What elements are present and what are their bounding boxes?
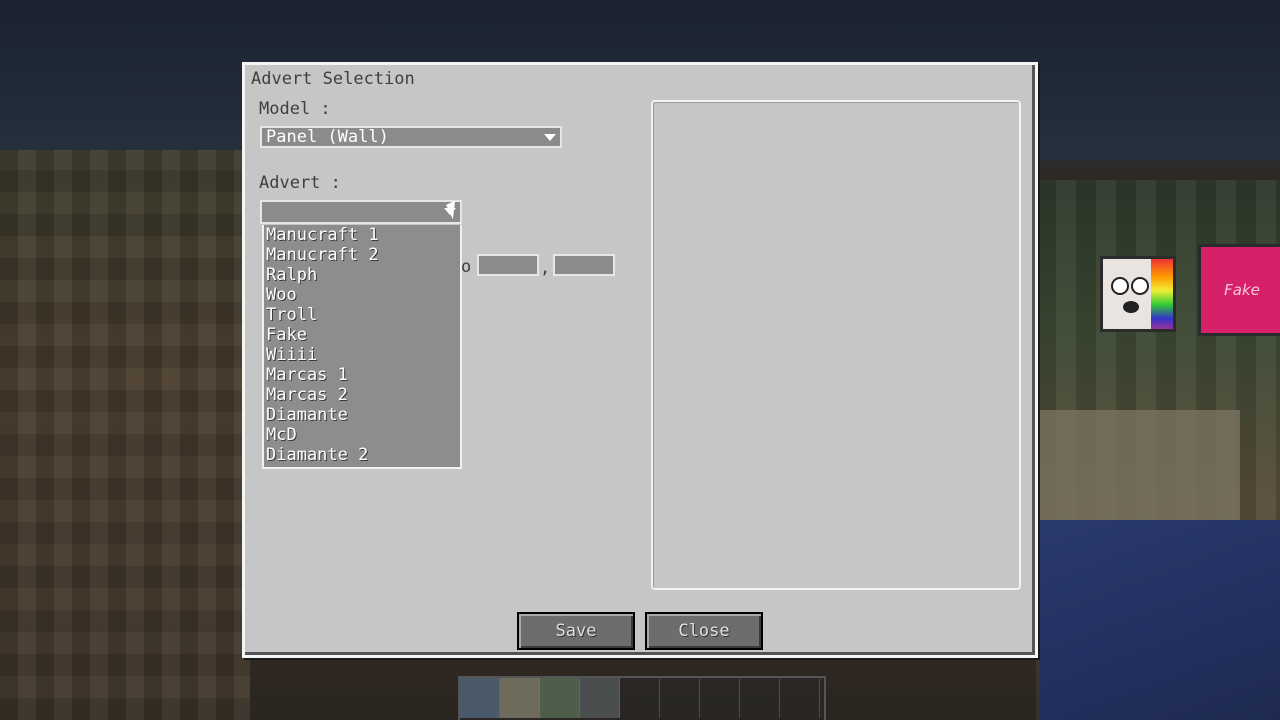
- hotbar-slot[interactable]: [540, 678, 580, 718]
- face-eye-left: [1111, 277, 1129, 295]
- hotbar-slot[interactable]: [620, 678, 660, 718]
- advert-dropdown-list: Manucraft 1 Manucraft 2 Ralph Woo Troll …: [262, 225, 462, 469]
- close-button[interactable]: Close: [645, 612, 763, 650]
- chevron-down-icon: [544, 134, 556, 141]
- troll-face-advert: [1100, 256, 1176, 332]
- advert-option[interactable]: Ralph: [266, 265, 460, 285]
- hotbar-slot[interactable]: [460, 678, 500, 718]
- size-height-field[interactable]: [553, 254, 615, 276]
- model-select[interactable]: Panel (Wall): [260, 126, 562, 148]
- model-label: Model :: [259, 99, 331, 119]
- advert-select[interactable]: [260, 200, 462, 224]
- partial-label: o: [461, 257, 472, 277]
- fake-sign-text: Fake: [1224, 281, 1260, 299]
- advert-option[interactable]: Troll: [266, 305, 460, 325]
- advert-label: Advert :: [259, 173, 341, 193]
- hotbar-slot[interactable]: [660, 678, 700, 718]
- hotbar-slot[interactable]: [580, 678, 620, 718]
- hotbar-slot[interactable]: [740, 678, 780, 718]
- advert-option[interactable]: Manucraft 1: [266, 225, 460, 245]
- advert-option[interactable]: Diamante 2: [266, 445, 460, 465]
- hotbar-slot[interactable]: [780, 678, 820, 718]
- grass-block-wall: [0, 150, 250, 720]
- advert-option[interactable]: Diamante: [266, 405, 460, 425]
- hotbar-slot[interactable]: [700, 678, 740, 718]
- advert-option[interactable]: Woo: [266, 285, 460, 305]
- hotbar: [458, 676, 826, 720]
- game-scene: Fake Advert Selection Model : Panel (Wal…: [0, 0, 1280, 720]
- model-select-value: Panel (Wall): [266, 127, 389, 147]
- sand-area: [1040, 410, 1240, 520]
- advert-option[interactable]: McD: [266, 425, 460, 445]
- advert-option[interactable]: Manucraft 2: [266, 245, 460, 265]
- rainbow-stripe: [1151, 259, 1173, 329]
- advert-option[interactable]: Wiiii: [266, 345, 460, 365]
- fake-advert-sign: Fake: [1198, 244, 1280, 336]
- advert-selection-dialog: Advert Selection Model : Panel (Wall) Ad…: [242, 62, 1038, 658]
- size-width-field[interactable]: [477, 254, 539, 276]
- water-area: [1040, 520, 1280, 720]
- face-eye-right: [1131, 277, 1149, 295]
- advert-option[interactable]: Marcas 1: [266, 365, 460, 385]
- save-button[interactable]: Save: [517, 612, 635, 650]
- advert-option[interactable]: Fake: [266, 325, 460, 345]
- dialog-title: Advert Selection: [251, 69, 415, 89]
- advert-preview-panel: [651, 100, 1021, 590]
- face-mouth: [1123, 301, 1139, 313]
- size-separator: ,: [540, 258, 551, 278]
- hotbar-slot[interactable]: [500, 678, 540, 718]
- advert-option[interactable]: Marcas 2: [266, 385, 460, 405]
